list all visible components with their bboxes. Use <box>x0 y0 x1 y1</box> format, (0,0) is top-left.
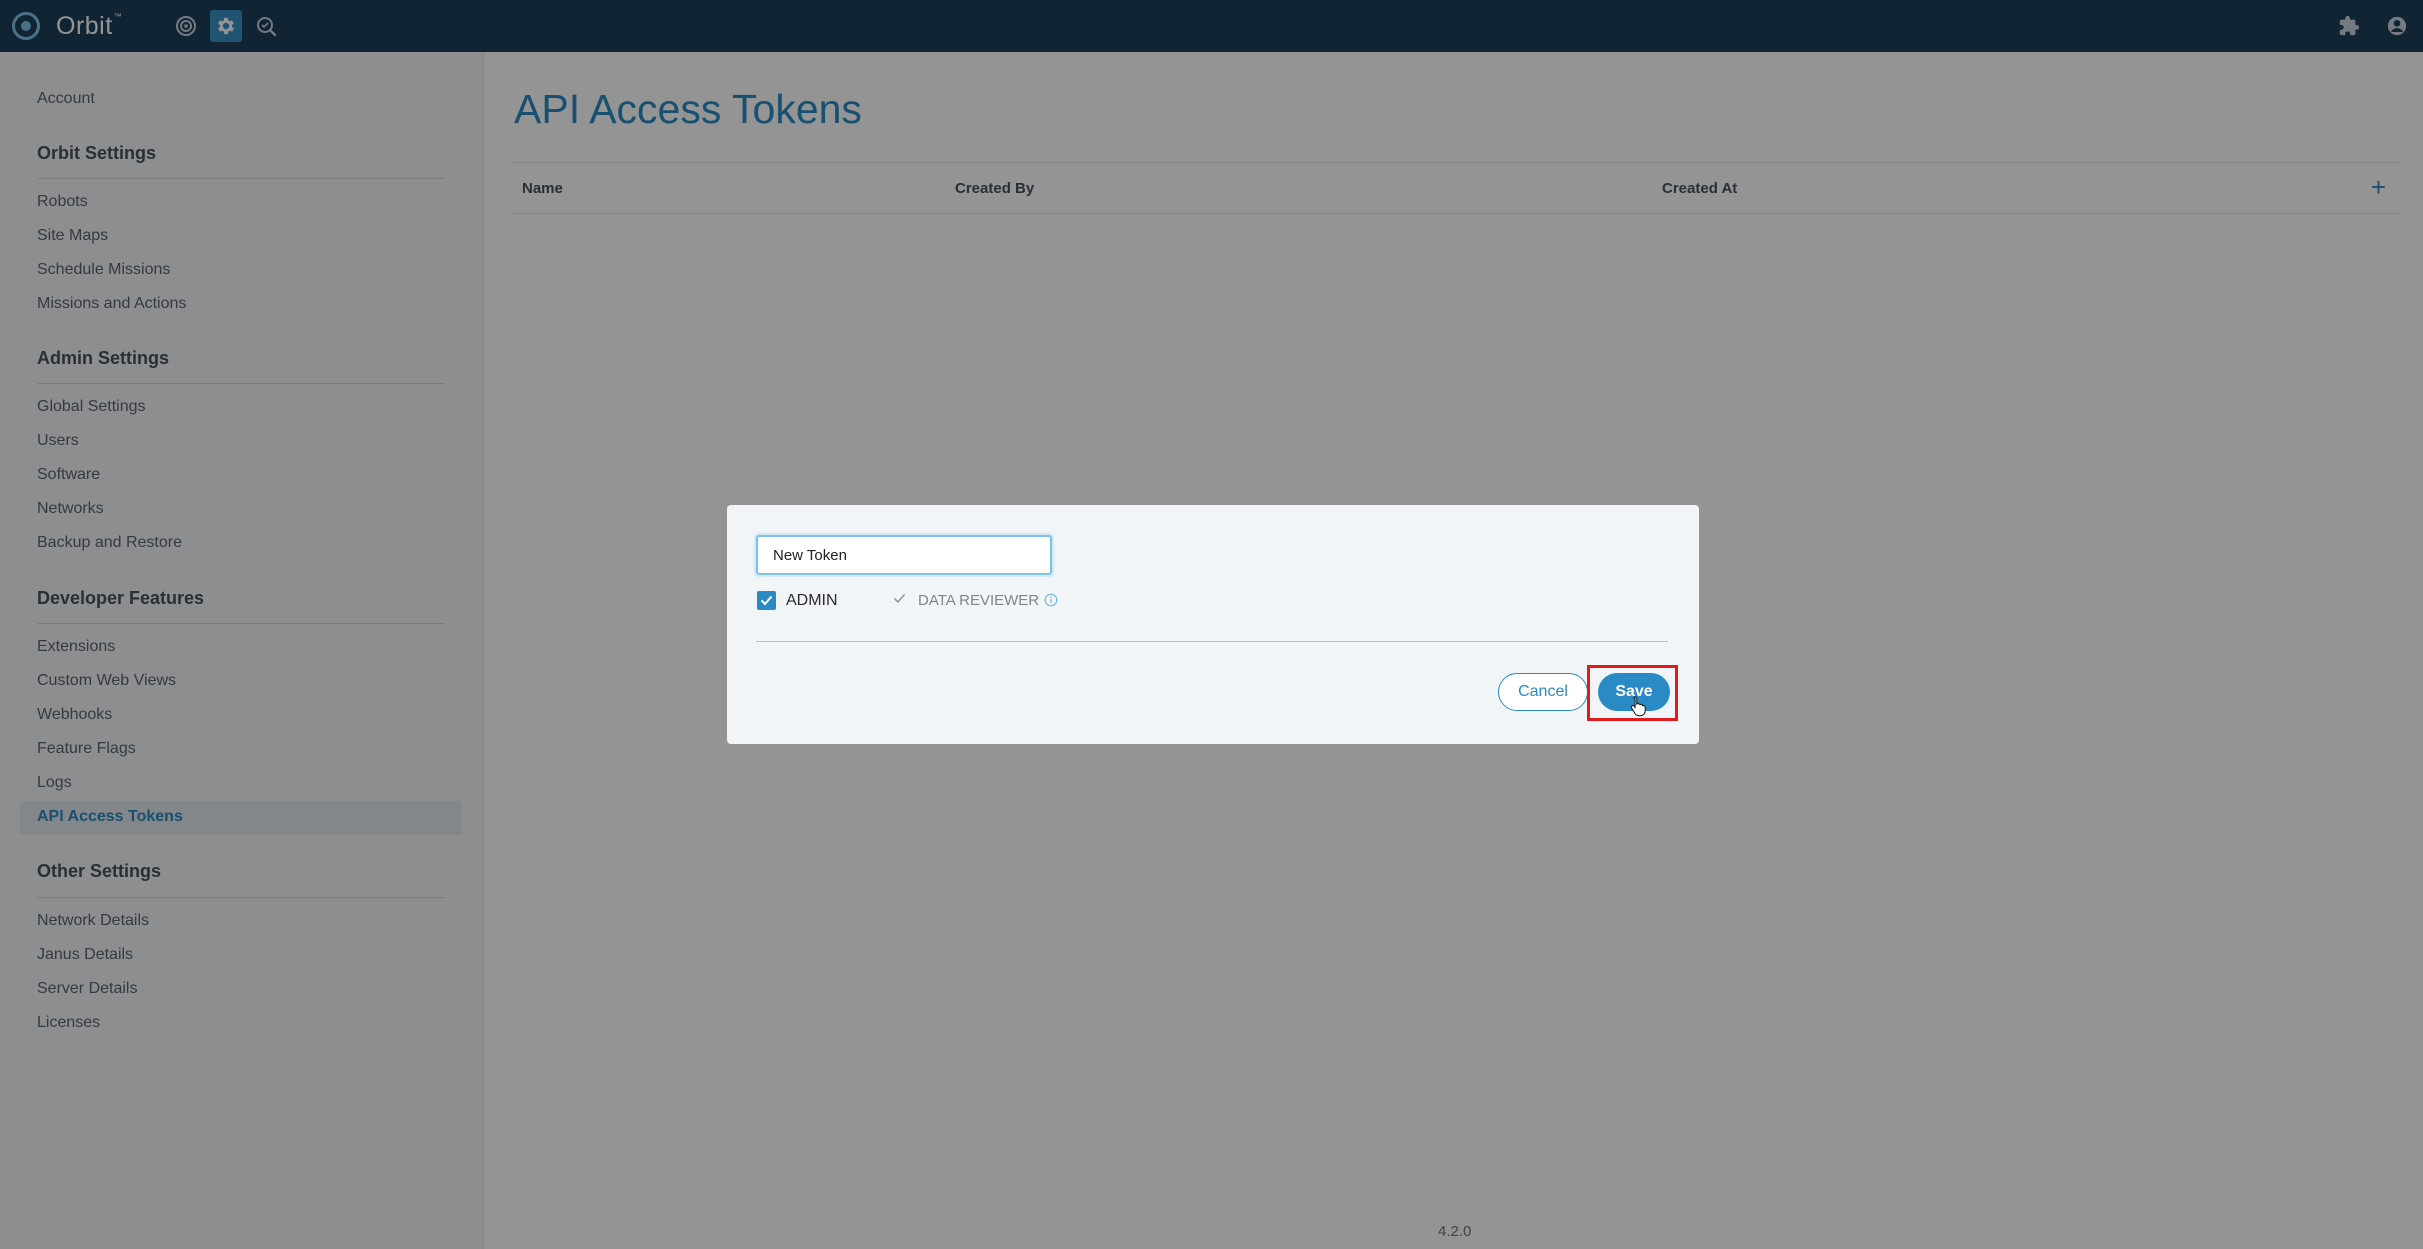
new-token-dialog: ADMIN DATA REVIEWER Cancel Save <box>727 505 1699 744</box>
cancel-button[interactable]: Cancel <box>1498 673 1588 711</box>
info-icon[interactable] <box>1044 593 1058 607</box>
dialog-divider <box>756 641 1668 642</box>
role-admin-checkbox[interactable]: ADMIN <box>757 591 838 610</box>
role-data-reviewer-label: DATA REVIEWER <box>918 591 1040 609</box>
token-name-input[interactable] <box>756 535 1052 575</box>
check-icon <box>893 591 906 609</box>
checkbox-checked-icon[interactable] <box>757 591 776 610</box>
role-data-reviewer-checkbox: DATA REVIEWER <box>893 591 1058 609</box>
role-admin-label: ADMIN <box>786 591 838 609</box>
hand-cursor-icon <box>1630 696 1646 717</box>
